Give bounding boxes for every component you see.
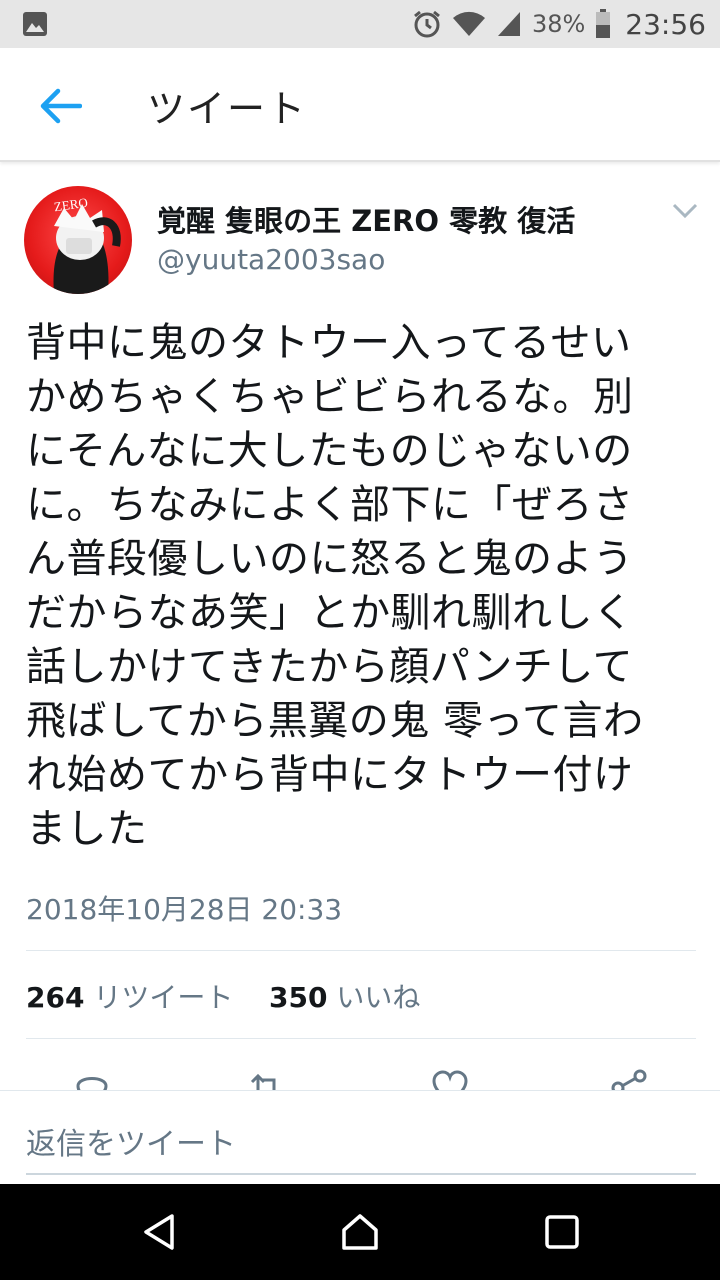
reply-underline [26, 1173, 696, 1175]
divider [26, 1038, 696, 1039]
tweet-actions [0, 1060, 720, 1090]
avatar[interactable]: ZERO [24, 186, 132, 294]
retweet-count[interactable]: 264 [26, 981, 84, 1014]
navigation-bar [0, 1184, 720, 1280]
app-bar: ツイート [0, 48, 720, 162]
avatar-image: ZERO [53, 195, 121, 294]
wifi-icon [452, 11, 485, 37]
tweet-stats: 264 リツイート 350 いいね [26, 976, 420, 1016]
reply-icon[interactable] [72, 1068, 112, 1090]
reply-bar: 返信をツイート [0, 1090, 720, 1185]
battery-percent: 38% [531, 10, 586, 38]
tweet-text: 背中に鬼のタトウー入ってるせい かめちゃくちゃビビられるな。別 にそんなに大した… [26, 320, 644, 852]
divider [26, 950, 696, 951]
home-circle-icon[interactable] [340, 1212, 380, 1252]
clock: 23:56 [625, 7, 706, 41]
recents-square-icon[interactable] [542, 1212, 582, 1252]
tweet-timestamp: 2018年10月28日 20:33 [26, 893, 343, 926]
heart-icon[interactable] [430, 1068, 470, 1090]
retweet-label[interactable]: リツイート [93, 981, 233, 1014]
display-name[interactable]: 覚醒 隻眼の王 ZERO 零教 復活 [157, 198, 575, 240]
status-bar: 38% 23:56 [0, 0, 720, 48]
back-triangle-icon[interactable] [140, 1212, 180, 1252]
chevron-down-icon[interactable] [672, 203, 698, 219]
like-label[interactable]: いいね [336, 981, 420, 1014]
alarm-icon [414, 10, 440, 38]
like-count[interactable]: 350 [269, 981, 327, 1014]
reply-input[interactable]: 返信をツイート [26, 1119, 236, 1163]
battery-icon [596, 9, 611, 38]
signal-icon [497, 12, 520, 36]
page-title: ツイート [147, 87, 308, 131]
user-handle[interactable]: @yuuta2003sao [157, 243, 385, 276]
share-icon[interactable] [610, 1068, 650, 1090]
gallery-icon [23, 12, 47, 36]
arrow-left-icon[interactable] [38, 86, 82, 126]
retweet-icon[interactable] [246, 1068, 286, 1090]
